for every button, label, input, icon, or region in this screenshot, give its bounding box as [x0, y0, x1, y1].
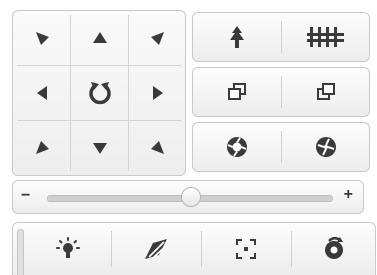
- focus-control: [192, 12, 370, 62]
- focus-near-button[interactable]: [193, 13, 281, 61]
- refresh-icon: [88, 82, 111, 105]
- zoom-in-icon: [317, 83, 335, 100]
- pan-down-button[interactable]: [71, 121, 128, 175]
- focus-frame-button[interactable]: [202, 223, 290, 275]
- preset-icon: [325, 237, 343, 259]
- pan-right-button[interactable]: [129, 66, 186, 120]
- arrow-down-icon: [92, 143, 107, 154]
- slider-max-label: +: [343, 186, 353, 203]
- wiper-icon: [145, 239, 167, 259]
- zoom-control: [192, 67, 370, 117]
- focus-frame-icon: [236, 239, 256, 259]
- iris-open-icon: [227, 137, 247, 157]
- arrow-down-right-icon: [150, 141, 164, 154]
- arrow-up-left-icon: [35, 32, 49, 45]
- ptz-direction-pad: [12, 10, 186, 176]
- iris-close-button[interactable]: [282, 123, 370, 171]
- pan-down-right-button[interactable]: [129, 121, 186, 175]
- arrow-left-icon: [36, 86, 47, 100]
- iris-open-button[interactable]: [193, 123, 281, 171]
- auto-rotate-button[interactable]: [71, 66, 128, 120]
- iris-close-icon: [316, 137, 336, 157]
- arrow-up-icon: [92, 32, 107, 43]
- slider-thumb[interactable]: [181, 187, 201, 207]
- focus-near-icon: [230, 26, 244, 48]
- zoom-out-icon: [228, 83, 246, 100]
- toolbar-edge-tab: [17, 229, 24, 275]
- pan-down-left-button[interactable]: [13, 121, 70, 175]
- pan-up-button[interactable]: [71, 11, 128, 65]
- focus-far-icon: [307, 27, 344, 47]
- pan-up-right-button[interactable]: [129, 11, 186, 65]
- zoom-out-button[interactable]: [193, 68, 281, 116]
- slider-min-label: −: [21, 187, 31, 204]
- focus-far-button[interactable]: [282, 13, 370, 61]
- light-button[interactable]: [27, 223, 109, 275]
- bottom-toolbar: [12, 222, 376, 275]
- iris-control: [192, 122, 370, 172]
- pan-left-button[interactable]: [13, 66, 70, 120]
- zoom-in-button[interactable]: [282, 68, 370, 116]
- pan-up-left-button[interactable]: [13, 11, 70, 65]
- arrow-up-right-icon: [150, 32, 164, 45]
- arrow-right-icon: [152, 86, 163, 100]
- preset-button[interactable]: [292, 223, 376, 275]
- wiper-button[interactable]: [112, 223, 200, 275]
- arrow-down-left-icon: [35, 141, 49, 154]
- light-icon: [56, 237, 80, 258]
- speed-slider-bar: − +: [12, 180, 364, 214]
